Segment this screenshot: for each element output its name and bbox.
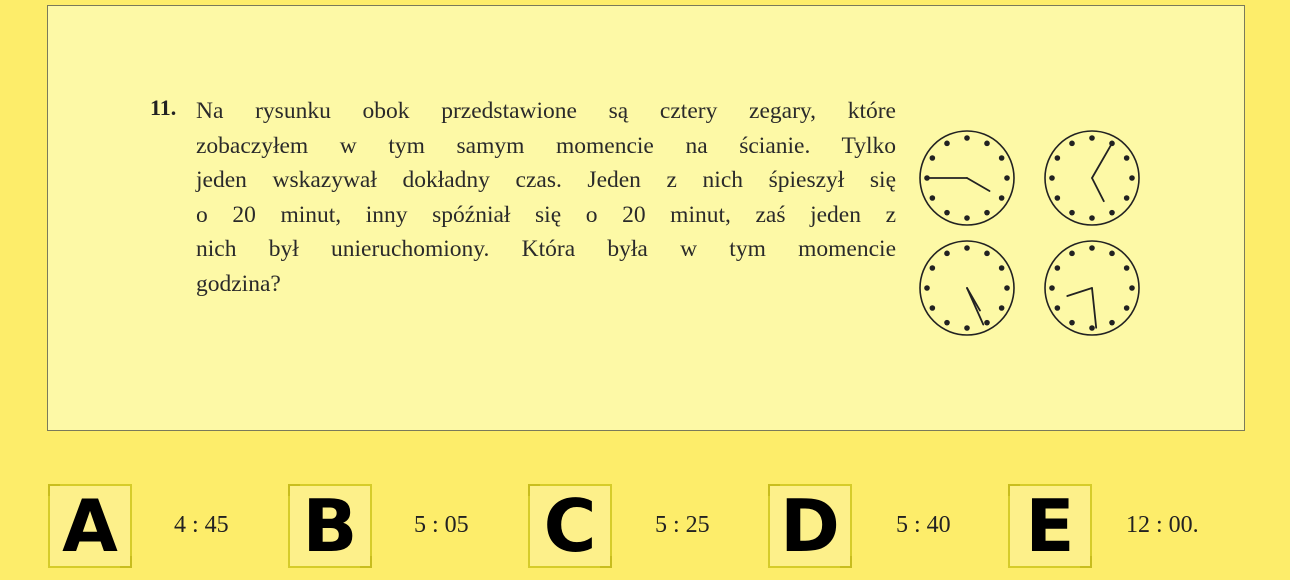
- answer-b-value: 5 : 05: [414, 512, 469, 538]
- hour-dot: [1089, 135, 1095, 141]
- clock-bottom-right: [1044, 240, 1140, 336]
- question-text: Na rysunku obok przedstawione są cztery …: [196, 94, 896, 301]
- question-number: 11.: [150, 95, 177, 120]
- hour-dot: [964, 245, 970, 251]
- hour-dot: [1054, 155, 1061, 161]
- hour-dot: [1089, 245, 1095, 251]
- hour-dot: [1109, 250, 1115, 257]
- answer-a-button[interactable]: A: [48, 484, 132, 568]
- hour-dot: [1123, 195, 1130, 201]
- question-line: godzina?: [196, 270, 281, 297]
- hour-dot: [1069, 209, 1075, 216]
- hour-dot: [984, 140, 990, 147]
- hour-dot: [964, 215, 970, 221]
- hour-dot: [929, 155, 936, 161]
- hour-dot: [1123, 265, 1130, 271]
- answer-options: A 4 : 45 B 5 : 05 C 5 : 25 D 5 : 40 E 12…: [0, 478, 1290, 578]
- hour-dot: [1089, 325, 1095, 331]
- hour-dot: [1109, 319, 1115, 326]
- clock-bottom-left: [919, 240, 1015, 336]
- hour-dot: [924, 285, 930, 291]
- answer-d-value: 5 : 40: [896, 512, 951, 538]
- hour-dot: [964, 325, 970, 331]
- hour-dot: [944, 140, 950, 147]
- hour-dot: [1089, 215, 1095, 221]
- answer-e-button[interactable]: E: [1008, 484, 1092, 568]
- hour-dot: [984, 250, 990, 257]
- hour-dot: [944, 209, 950, 216]
- hour-dot: [1049, 175, 1055, 181]
- answer-b-button[interactable]: B: [288, 484, 372, 568]
- question-line: Na rysunku obok przedstawione są cztery …: [196, 98, 896, 124]
- hour-hand: [1066, 287, 1093, 297]
- hour-dot: [1123, 155, 1130, 161]
- hour-dot: [1109, 209, 1115, 216]
- hour-dot: [1129, 175, 1135, 181]
- hour-hand: [1091, 177, 1105, 203]
- clock-top-right: [1044, 130, 1140, 226]
- question-line: nich był unieruchomiony. Która była w ty…: [196, 236, 896, 262]
- hour-dot: [929, 195, 936, 201]
- answer-c-button[interactable]: C: [528, 484, 612, 568]
- answer-e-value: 12 : 00.: [1126, 512, 1199, 538]
- hour-dot: [1123, 305, 1130, 311]
- hour-dot: [1069, 140, 1075, 147]
- question-line: zobaczyłem w tym samym momencie na ścian…: [196, 132, 896, 159]
- hour-dot: [984, 319, 990, 326]
- hour-hand: [966, 287, 981, 312]
- hour-dot: [1054, 305, 1061, 311]
- question-line: jeden wskazywał dokładny czas. Jeden z n…: [196, 167, 896, 193]
- hour-dot: [998, 195, 1005, 201]
- hour-dot: [944, 319, 950, 326]
- hour-dot: [998, 305, 1005, 311]
- hour-dot: [1069, 319, 1075, 326]
- answer-c-value: 5 : 25: [655, 512, 710, 538]
- minute-hand: [1091, 287, 1098, 329]
- hour-dot: [1054, 195, 1061, 201]
- hour-dot: [1129, 285, 1135, 291]
- hour-dot: [944, 250, 950, 257]
- answer-a-value: 4 : 45: [174, 512, 229, 538]
- hour-dot: [1004, 175, 1010, 181]
- clocks-figure: [919, 130, 1140, 336]
- hour-dot: [1004, 285, 1010, 291]
- hour-dot: [984, 209, 990, 216]
- minute-hand: [1091, 142, 1113, 179]
- hour-hand: [966, 177, 991, 192]
- hour-dot: [929, 265, 936, 271]
- hour-dot: [998, 265, 1005, 271]
- hour-dot: [1049, 285, 1055, 291]
- hour-dot: [964, 135, 970, 141]
- hour-dot: [929, 305, 936, 311]
- question-line: o 20 minut, inny spóźniał się o 20 minut…: [196, 201, 896, 228]
- clock-top-left: [919, 130, 1015, 226]
- hour-dot: [1069, 250, 1075, 257]
- hour-dot: [1054, 265, 1061, 271]
- answer-d-button[interactable]: D: [768, 484, 852, 568]
- hour-dot: [998, 155, 1005, 161]
